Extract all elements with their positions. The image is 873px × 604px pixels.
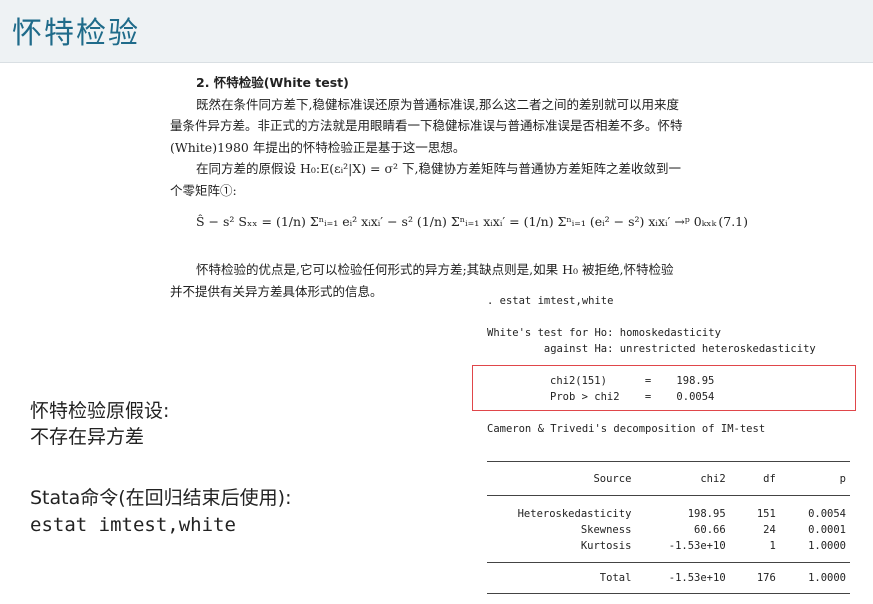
paragraph-2-line-1: 在同方差的原假设 H₀:E(εᵢ²|X) = σ² 下,稳健协方差矩阵与普通协方… bbox=[196, 161, 681, 176]
table-row: Skewness 60.66 24 0.0001 bbox=[487, 522, 850, 538]
stata-command: . estat imtest,white bbox=[487, 295, 614, 307]
col-chi2: chi2 bbox=[635, 461, 730, 496]
cell: 1.0000 bbox=[808, 540, 846, 552]
title-bar: 怀特检验 bbox=[0, 0, 873, 63]
null-hypothesis-note: 怀特检验原假设: 不存在异方差 bbox=[30, 398, 169, 450]
cell: -1.53e+10 bbox=[668, 540, 726, 552]
col-source: Source bbox=[487, 461, 636, 496]
formula-number: (7.1) bbox=[718, 214, 748, 229]
cell: 0.0001 bbox=[808, 524, 846, 536]
section-title: 2. 怀特检验(White test) bbox=[196, 75, 349, 90]
table-total-row: Total -1.53e+10 176 1.0000 bbox=[487, 562, 850, 594]
cell: 0.0054 bbox=[808, 508, 846, 520]
paragraph-1-line-1: 既然在条件同方差下,稳健标准误还原为普通标准误,那么这二者之间的差别就可以用来度 bbox=[196, 96, 679, 112]
paragraph-1-line-2: 量条件异方差。非正式的方法就是用眼睛看一下稳健标准误与普通标准误是否相差不多。怀… bbox=[170, 118, 683, 133]
paragraph-3-line-1: 怀特检验的优点是,它可以检验任何形式的异方差;其缺点则是,如果 H₀ 被拒绝,怀… bbox=[196, 262, 674, 277]
cell: 198.95 bbox=[687, 508, 726, 520]
cell: -1.53e+10 bbox=[635, 562, 730, 594]
cell: Kurtosis bbox=[580, 540, 632, 552]
cell: 151 bbox=[756, 508, 776, 520]
paragraph-1-line-3: (White)1980 年提出的怀特检验正是基于这一思想。 bbox=[170, 139, 466, 155]
cell: Heteroskedasticity bbox=[517, 508, 632, 520]
cell: 1 bbox=[769, 540, 776, 552]
stata-command-note-label: Stata命令(在回归结束后使用): bbox=[30, 487, 292, 509]
table-header-row: Source chi2 df p bbox=[487, 461, 850, 496]
white-test-line-2: against Ha: unrestricted heteroskedastic… bbox=[487, 343, 816, 355]
chi2-result: chi2(151) = 198.95 bbox=[550, 375, 715, 387]
cell: 60.66 bbox=[694, 524, 726, 536]
cell: 176 bbox=[729, 562, 780, 594]
table-row: Heteroskedasticity 198.95 151 0.0054 bbox=[487, 496, 850, 523]
null-hypothesis-line-2: 不存在异方差 bbox=[30, 426, 145, 448]
im-test-table: Source chi2 df p Heteroskedasticity 198.… bbox=[487, 461, 850, 594]
formula-text: Ŝ − s² Sₓₓ = (1/n) Σⁿᵢ₌₁ eᵢ² xᵢxᵢ′ − s² … bbox=[196, 214, 717, 229]
cell: 24 bbox=[763, 524, 776, 536]
col-p: p bbox=[779, 461, 850, 496]
cell: 1.0000 bbox=[779, 562, 850, 594]
prob-result: Prob > chi2 = 0.0054 bbox=[550, 391, 715, 403]
stata-command-note-code: estat imtest,white bbox=[30, 514, 236, 536]
null-hypothesis-line-1: 怀特检验原假设: bbox=[30, 400, 170, 422]
cell: Total bbox=[487, 562, 636, 594]
white-test-line-1: White's test for Ho: homoskedasticity bbox=[487, 327, 721, 339]
paragraph-3-line-2: 并不提供有关异方差具体形式的信息。 bbox=[170, 283, 383, 299]
page-title: 怀特检验 bbox=[12, 16, 140, 51]
col-df: df bbox=[729, 461, 780, 496]
paragraph-2-line-2: 个零矩阵①: bbox=[170, 182, 237, 198]
textbook-excerpt-2: 怀特检验的优点是,它可以检验任何形式的异方差;其缺点则是,如果 H₀ 被拒绝,怀… bbox=[170, 259, 760, 302]
table-row: Kurtosis -1.53e+10 1 1.0000 bbox=[487, 538, 850, 563]
textbook-excerpt: 2. 怀特检验(White test) 既然在条件同方差下,稳健标准误还原为普通… bbox=[170, 72, 760, 201]
cell: Skewness bbox=[580, 524, 632, 536]
result-highlight-box bbox=[472, 365, 856, 411]
formula-7-1: Ŝ − s² Sₓₓ = (1/n) Σⁿᵢ₌₁ eᵢ² xᵢxᵢ′ − s² … bbox=[196, 206, 756, 240]
cameron-trivedi-title: Cameron & Trivedi's decomposition of IM-… bbox=[487, 423, 766, 435]
